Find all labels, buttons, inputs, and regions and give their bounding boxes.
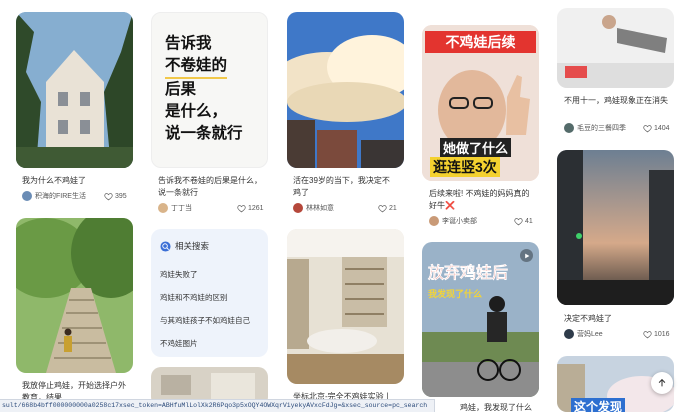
heart-icon <box>643 330 652 338</box>
post-thumbnail[interactable] <box>557 8 674 88</box>
video-play-icon <box>520 249 533 262</box>
heart-icon <box>104 192 113 200</box>
library-room-image <box>287 229 404 384</box>
heart-icon <box>643 124 652 132</box>
avatar <box>564 329 574 339</box>
thumbnail-headline: 这个发现 <box>571 398 626 412</box>
like-count[interactable]: 41 <box>514 215 533 227</box>
heart-icon <box>514 217 523 225</box>
post-author[interactable]: 营妈Lee <box>564 328 603 340</box>
feed-page: 我为什么不鸡娃了 积海的FIRE生活 395 我放停止鸡娃，开始选择户外教育，结… <box>0 0 682 412</box>
status-url-bar: sult/668b4bff000000000a0258c17xsec_token… <box>0 399 435 412</box>
avatar <box>22 191 32 201</box>
thumbnail-caption: 逛连竖3次 <box>430 157 500 177</box>
thumbnail-headline: 不鸡娃后续 <box>425 31 536 53</box>
post-title[interactable]: 不用十一，鸡娃现象正在消失 <box>564 95 672 107</box>
post-thumbnail[interactable]: 不鸡娃后续 她做了什么 逛连竖3次 <box>422 25 539 181</box>
post-thumbnail[interactable] <box>287 12 404 168</box>
post-title[interactable]: 鸡娃，我发现了什么丨 <box>460 402 538 412</box>
post-title[interactable]: 告诉我不卷娃的后果是什么，说一条就行 <box>158 175 262 199</box>
related-search-item[interactable]: 不鸡娃图片 <box>160 338 198 349</box>
post-author[interactable]: 毛豆的三餐四季 <box>564 122 626 134</box>
arrow-up-icon <box>658 378 666 387</box>
heart-icon <box>237 204 246 212</box>
search-icon <box>160 240 171 252</box>
thumbnail-headline: 放弃鸡娃后 <box>428 265 509 282</box>
related-search-item[interactable]: 鸡娃和不鸡娃的区别 <box>160 292 228 303</box>
like-count[interactable]: 1261 <box>237 202 264 214</box>
sky-clouds-image <box>287 12 404 168</box>
like-count[interactable]: 395 <box>104 190 127 202</box>
avatar <box>429 216 439 226</box>
post-thumbnail[interactable] <box>16 218 133 373</box>
like-count[interactable]: 1016 <box>643 328 670 340</box>
parent-child-image <box>557 8 674 88</box>
garden-stairs-image <box>16 218 133 373</box>
heart-icon <box>378 204 387 212</box>
post-author[interactable]: 林林如意 <box>293 202 334 214</box>
post-title[interactable]: 活在39岁的当下，我决定不鸡了 <box>293 175 397 199</box>
related-search-header: 相关搜索 <box>160 240 209 252</box>
like-count[interactable]: 21 <box>378 202 397 214</box>
post-thumbnail[interactable] <box>557 150 674 305</box>
avatar <box>293 203 303 213</box>
post-thumbnail[interactable]: 放弃鸡娃后 我发现了什么 <box>422 242 539 397</box>
avatar <box>564 123 574 133</box>
related-search-item[interactable]: 与其鸡娃孩子不如鸡娃自己 <box>160 315 250 326</box>
thumbnail-headline: 告诉我 不卷娃的 后果 是什么， 说一条就行 <box>165 35 243 142</box>
post-title[interactable]: 决定不鸡娃了 <box>564 313 672 325</box>
post-author[interactable]: 李诞小卖部 <box>429 215 477 227</box>
building-image <box>16 12 133 168</box>
thumbnail-caption: 我发现了什么 <box>428 289 483 299</box>
avatar <box>158 203 168 213</box>
post-thumbnail[interactable] <box>287 229 404 384</box>
post-thumbnail[interactable] <box>16 12 133 168</box>
post-title[interactable]: 我为什么不鸡娃了 <box>22 175 132 187</box>
post-title[interactable]: 后续来啦! 不鸡娃的妈妈真的好牛❌ <box>429 188 533 212</box>
post-author[interactable]: 积海的FIRE生活 <box>22 190 86 202</box>
like-count[interactable]: 1404 <box>643 122 670 134</box>
post-thumbnail[interactable]: 告诉我 不卷娃的 后果 是什么， 说一条就行 <box>151 12 268 168</box>
post-author[interactable]: 丁丁当 <box>158 202 192 214</box>
back-to-top-button[interactable] <box>651 372 673 394</box>
thumbnail-caption: 她做了什么 <box>440 138 512 157</box>
related-search-item[interactable]: 鸡娃失败了 <box>160 269 198 280</box>
street-dusk-image <box>557 150 674 305</box>
